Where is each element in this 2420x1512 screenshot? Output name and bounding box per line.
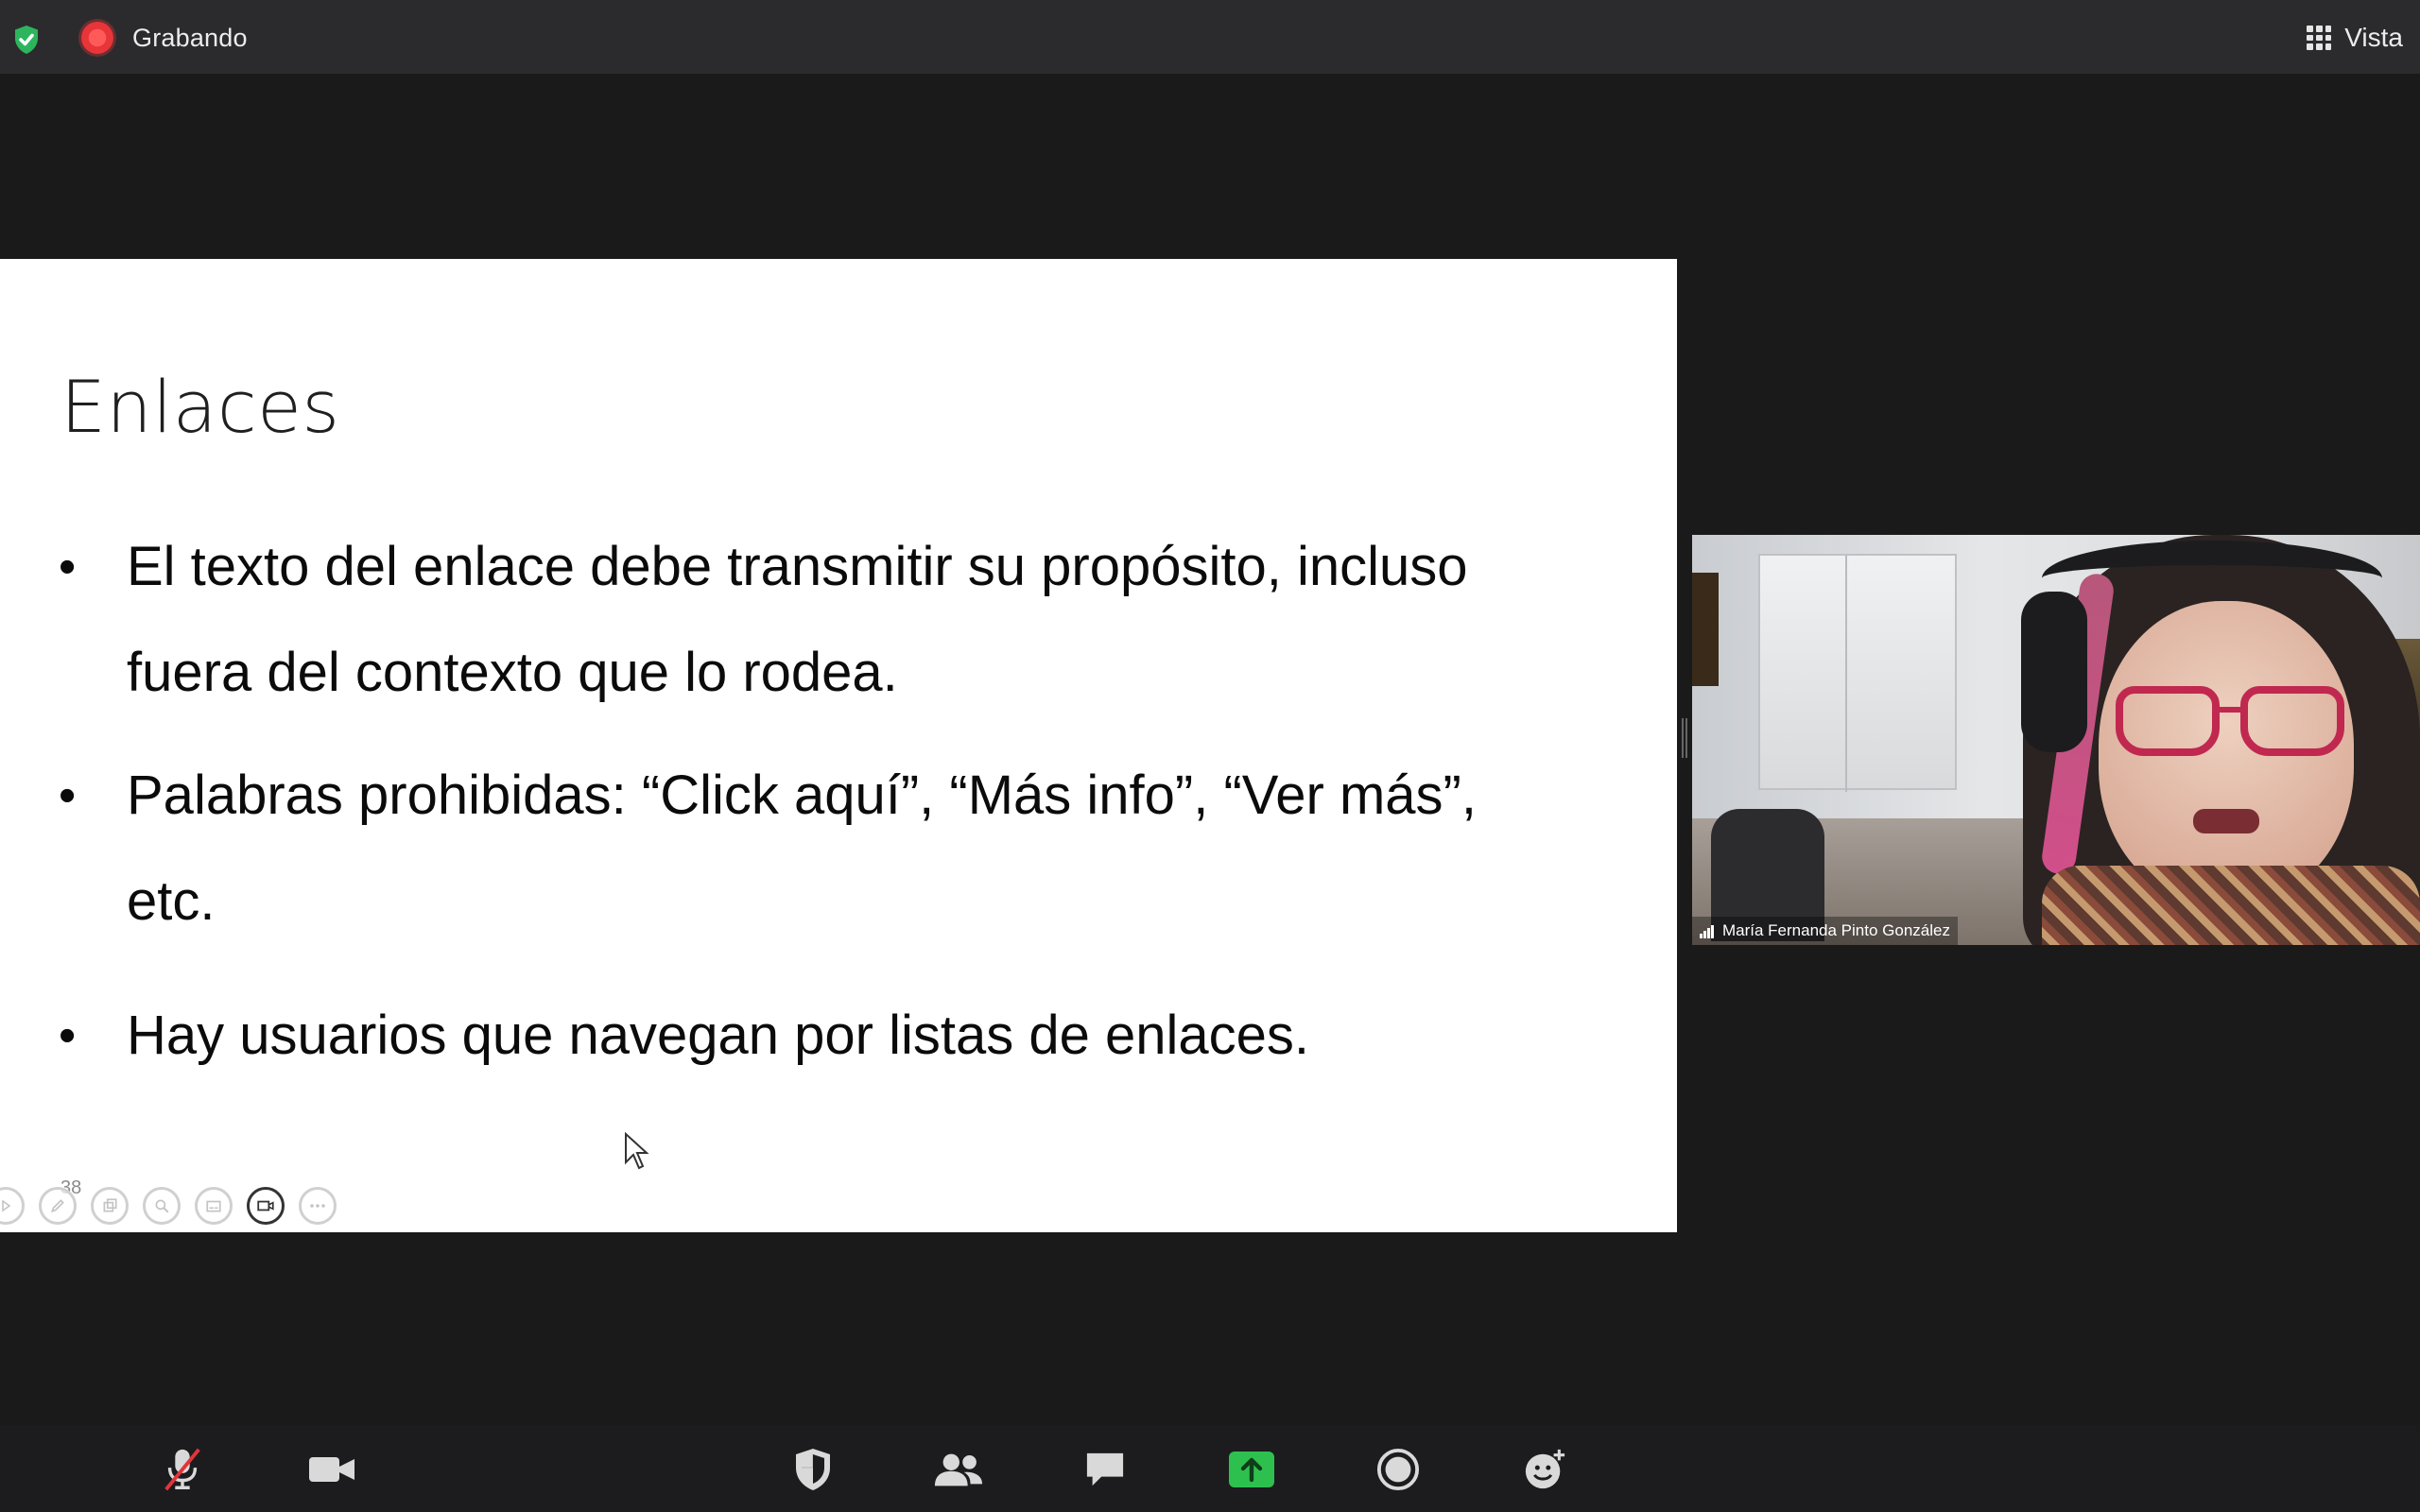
view-button[interactable]: Vista [2307, 21, 2403, 55]
mute-button[interactable] [157, 1444, 208, 1495]
recording-indicator[interactable]: Grabando [81, 21, 248, 55]
more-icon[interactable] [299, 1187, 337, 1225]
grid-view-icon [2307, 26, 2332, 50]
record-icon [1376, 1448, 1420, 1491]
participants-button[interactable] [933, 1444, 984, 1495]
encryption-shield-icon[interactable] [9, 23, 43, 57]
slide-bullet-3: Hay usuarios que navegan por listas de e… [59, 983, 1533, 1089]
copy-icon[interactable] [91, 1187, 129, 1225]
slide-bullet-list: El texto del enlace debe transmitir su p… [59, 514, 1533, 1089]
pen-icon[interactable] [39, 1187, 77, 1225]
share-screen-icon [1229, 1452, 1274, 1487]
chat-icon [1086, 1452, 1124, 1486]
background-shelf [1758, 554, 1957, 792]
participant-video-tile[interactable]: María Fernanda Pinto González [1692, 535, 2420, 945]
recording-dot-icon [81, 22, 113, 54]
record-button[interactable] [1373, 1444, 1424, 1495]
reactions-button[interactable] [1519, 1444, 1570, 1495]
connection-signal-icon [1700, 923, 1717, 938]
participants-icon [934, 1453, 983, 1486]
play-icon[interactable] [0, 1187, 25, 1225]
shared-screen-slide: Enlaces El texto del enlace debe transmi… [0, 259, 1677, 1232]
security-button[interactable] [787, 1444, 838, 1495]
subtitles-icon[interactable] [195, 1187, 233, 1225]
video-button[interactable] [306, 1444, 357, 1495]
video-camera-icon [309, 1457, 354, 1482]
slide-show-toolbar [0, 1187, 351, 1225]
mouse-cursor-icon [625, 1132, 649, 1170]
slide-bullet-1: El texto del enlace debe transmitir su p… [59, 514, 1533, 726]
recording-label: Grabando [132, 23, 248, 52]
zoom-icon[interactable] [143, 1187, 181, 1225]
participant-name: María Fernanda Pinto González [1722, 921, 1950, 939]
chat-button[interactable] [1080, 1444, 1131, 1495]
view-label: Vista [2344, 23, 2403, 52]
slide-title: Enlaces [60, 365, 340, 449]
reactions-icon [1525, 1449, 1565, 1489]
camera-icon[interactable] [247, 1187, 285, 1225]
participant-video-feed [2004, 535, 2420, 945]
meeting-top-bar: Grabando Vista [0, 0, 2420, 74]
share-screen-button[interactable] [1226, 1444, 1277, 1495]
slide-bullet-2: Palabras prohibidas: “Click aquí”, “Más … [59, 743, 1533, 954]
split-resize-handle[interactable] [1682, 718, 1687, 758]
meeting-controls-toolbar [0, 1425, 2420, 1512]
microphone-muted-icon [164, 1448, 200, 1491]
participant-name-label: María Fernanda Pinto González [1692, 917, 1958, 945]
shield-icon [796, 1449, 830, 1490]
